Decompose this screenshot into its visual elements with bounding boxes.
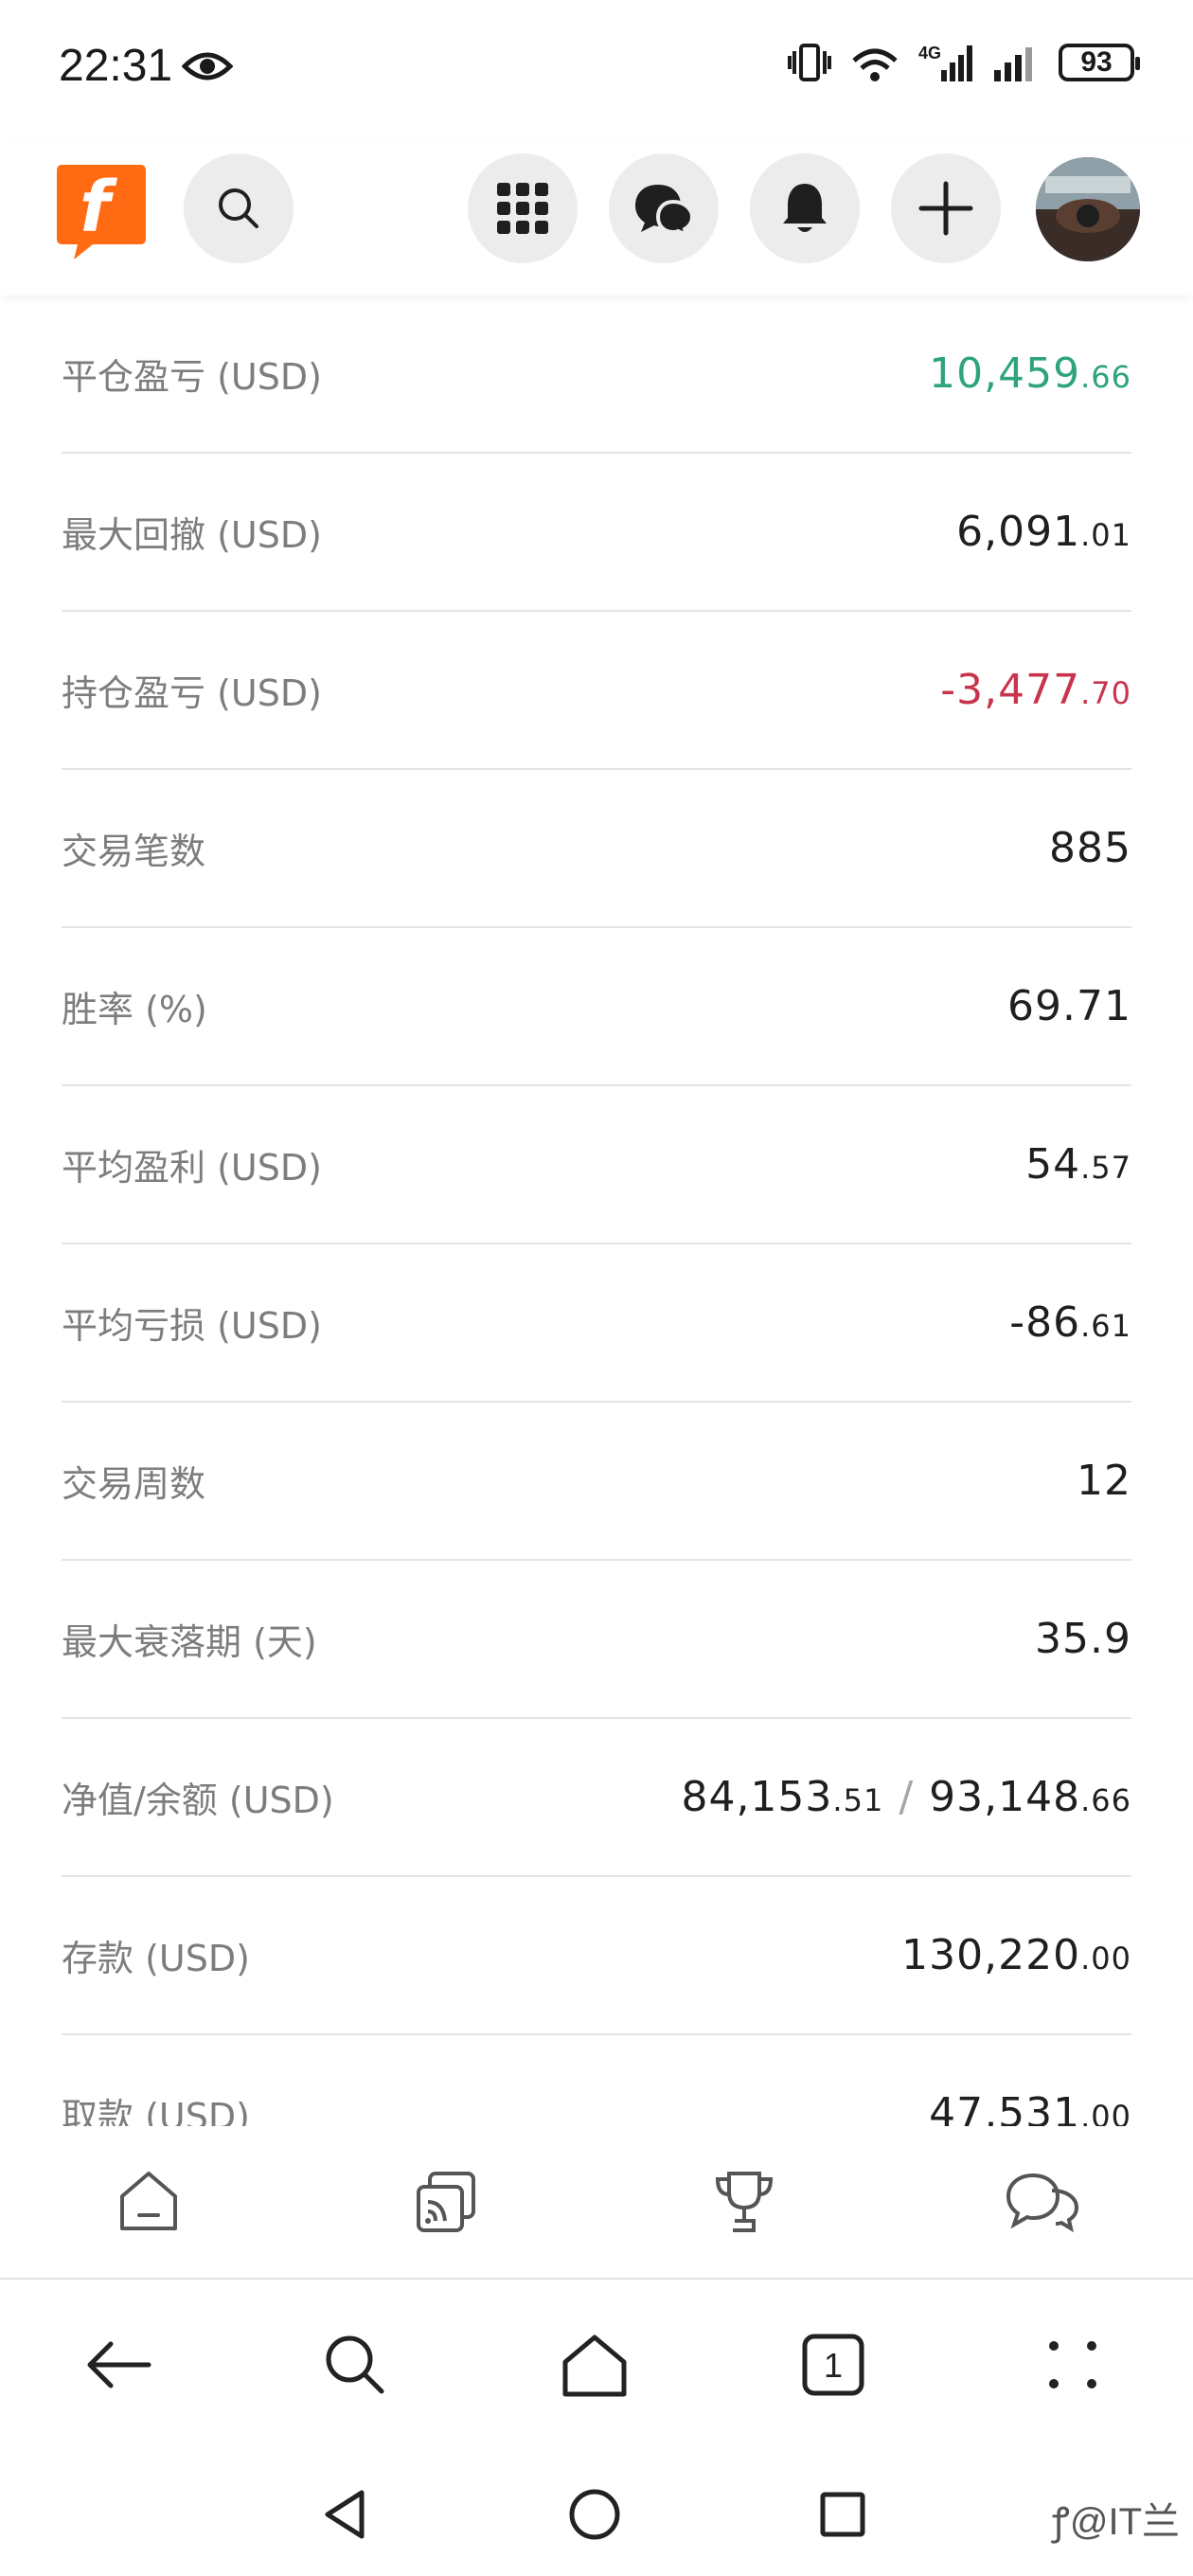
vibrate-icon <box>788 44 831 81</box>
tab-contests[interactable] <box>706 2164 782 2240</box>
home-icon <box>562 2334 627 2397</box>
search-button[interactable] <box>184 153 294 263</box>
square-recents-icon <box>820 2492 865 2537</box>
create-button[interactable] <box>891 153 1001 263</box>
chat-icon <box>635 185 695 236</box>
stat-label: 存款 (USD) <box>62 1938 250 1979</box>
tab-feed[interactable] <box>409 2164 485 2240</box>
feed-icon <box>417 2172 475 2232</box>
stat-label: 最大回撤 (USD) <box>62 514 322 556</box>
status-time: 22:31 <box>59 41 173 91</box>
stat-label: 净值/余额 (USD) <box>62 1780 334 1821</box>
stat-row-trade-count: 交易笔数 885 <box>62 770 1131 928</box>
stat-row-win-rate: 胜率 (%) 69.71 <box>62 928 1131 1086</box>
back-button[interactable] <box>76 2322 161 2407</box>
stat-value: 84,153.51/93,148.66 <box>681 1773 1131 1821</box>
account-stats-list: 平仓盈亏 (USD) 10,459.66 最大回撤 (USD) 6,091.01… <box>0 295 1193 2191</box>
stat-row-avg-loss: 平均亏损 (USD) -86.61 <box>62 1244 1131 1403</box>
menu-dots-icon <box>1049 2341 1096 2388</box>
stat-row-max-drawdown: 最大回撤 (USD) 6,091.01 <box>62 454 1131 612</box>
stat-row-equity-balance: 净值/余额 (USD) 84,153.51/93,148.66 <box>62 1719 1131 1877</box>
signal-icon <box>994 47 1032 81</box>
notifications-button[interactable] <box>750 153 860 263</box>
svg-text:4G: 4G <box>918 44 941 63</box>
tabs-button[interactable]: 1 <box>791 2322 876 2407</box>
stat-value: 54.57 <box>1025 1140 1131 1189</box>
stat-label: 交易笔数 <box>62 831 206 872</box>
stat-row-avg-profit: 平均盈利 (USD) 54.57 <box>62 1086 1131 1244</box>
system-back-button[interactable] <box>312 2481 379 2548</box>
apps-button[interactable] <box>468 153 578 263</box>
stat-value: 6,091.01 <box>956 508 1131 556</box>
plus-icon <box>918 181 973 236</box>
stat-label: 交易周数 <box>62 1463 206 1505</box>
system-navigation-bar: ꝭ@IT兰 <box>0 2453 1193 2576</box>
community-icon <box>1006 2173 1079 2233</box>
tab-home[interactable] <box>111 2164 187 2240</box>
wifi-icon <box>852 48 898 81</box>
stat-value: 69.71 <box>1007 982 1131 1030</box>
eye-icon <box>182 52 233 80</box>
stat-value: -3,477.70 <box>940 666 1131 714</box>
apps-grid-icon <box>497 183 548 234</box>
system-home-button[interactable] <box>561 2481 628 2548</box>
tab-count: 1 <box>824 2346 843 2385</box>
stat-label: 平仓盈亏 (USD) <box>62 356 322 398</box>
stat-value: 130,220.00 <box>901 1931 1131 1979</box>
stat-value: 12 <box>1077 1457 1131 1505</box>
tabs-icon: 1 <box>802 2334 864 2396</box>
signal-4g-icon: 4G <box>918 44 972 81</box>
search-icon <box>326 2335 384 2394</box>
search-icon <box>219 188 258 228</box>
app-tab-bar <box>0 2126 1193 2280</box>
bell-icon <box>783 184 827 232</box>
stat-value: -86.61 <box>1009 1298 1131 1347</box>
home-icon <box>120 2172 177 2230</box>
battery-indicator: 93 <box>1059 44 1140 81</box>
messages-button[interactable] <box>609 153 719 263</box>
stat-value: 35.9 <box>1035 1615 1131 1663</box>
stat-label: 最大衰落期 (天) <box>62 1621 317 1663</box>
back-arrow-icon <box>87 2341 151 2388</box>
stat-value: 885 <box>1049 824 1131 872</box>
stat-row-closed-pnl: 平仓盈亏 (USD) 10,459.66 <box>62 295 1131 454</box>
trophy-icon <box>715 2172 774 2232</box>
stat-label: 胜率 (%) <box>62 989 207 1030</box>
watermark: ꝭ@IT兰 <box>1051 2501 1180 2543</box>
status-icons: 4G 93 <box>788 42 1140 83</box>
triangle-back-icon <box>325 2490 365 2539</box>
stat-value: 10,459.66 <box>929 349 1131 398</box>
app-header: f <box>0 142 1193 295</box>
browser-toolbar: 1 <box>0 2280 1193 2450</box>
system-recents-button[interactable] <box>810 2481 876 2548</box>
status-bar: 22:31 4G 93 <box>0 0 1193 142</box>
menu-button[interactable] <box>1030 2322 1115 2407</box>
watermark-logo-icon: ꝭ <box>1051 2501 1070 2543</box>
stat-row-trading-weeks: 交易周数 12 <box>62 1403 1131 1561</box>
stat-label: 持仓盈亏 (USD) <box>62 672 322 714</box>
stat-row-deposits: 存款 (USD) 130,220.00 <box>62 1877 1131 2035</box>
stat-label: 平均亏损 (USD) <box>62 1305 322 1347</box>
browser-home-button[interactable] <box>552 2322 637 2407</box>
avatar-photo <box>1036 157 1140 261</box>
stat-row-floating-pnl: 持仓盈亏 (USD) -3,477.70 <box>62 612 1131 770</box>
stat-row-max-decline-period: 最大衰落期 (天) 35.9 <box>62 1561 1131 1719</box>
tab-community[interactable] <box>1005 2164 1080 2240</box>
circle-home-icon <box>569 2489 620 2540</box>
avatar[interactable] <box>1036 157 1140 261</box>
app-logo[interactable]: f <box>55 157 148 261</box>
stat-label: 平均盈利 (USD) <box>62 1147 322 1189</box>
browser-search-button[interactable] <box>312 2322 398 2407</box>
